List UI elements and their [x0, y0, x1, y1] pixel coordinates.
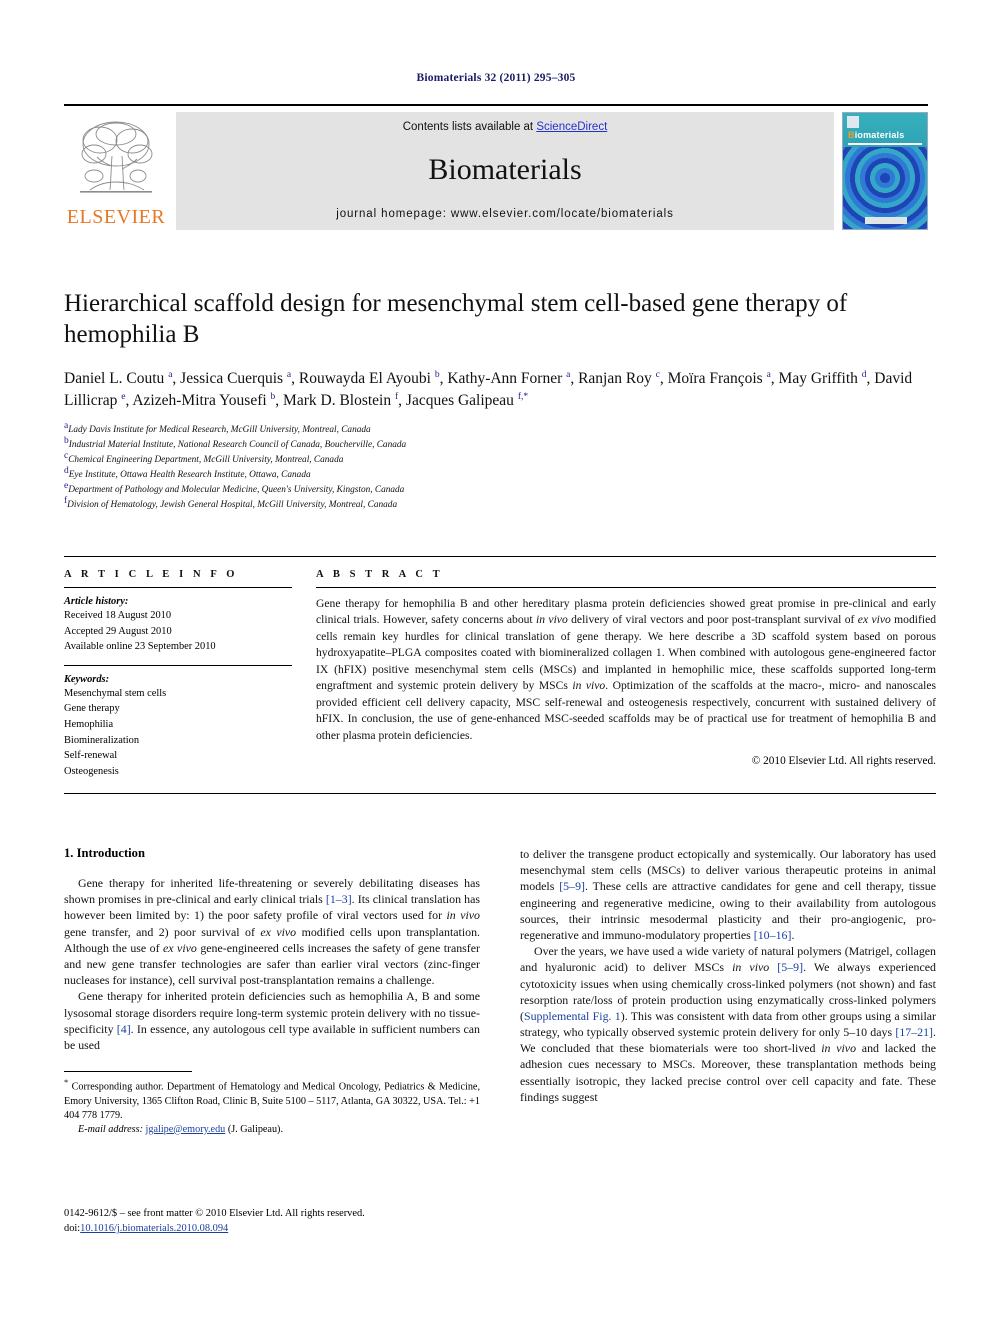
footnote-separator	[64, 1071, 192, 1073]
doi-label: doi:	[64, 1223, 81, 1235]
cover-footer-badge	[865, 217, 907, 224]
journal-title: Biomaterials	[428, 153, 582, 186]
affiliation-item: dEye Institute, Ottawa Health Research I…	[64, 466, 936, 483]
affiliation-text: Chemical Engineering Department, McGill …	[68, 455, 344, 466]
affiliation-item: fDivision of Hematology, Jewish General …	[64, 496, 936, 513]
history-received: Received 18 August 2010	[64, 610, 172, 621]
cover-title-rest: iomaterials	[854, 130, 905, 140]
band-bottom-rule	[64, 793, 936, 795]
doi-line: doi:10.1016/j.biomaterials.2010.08.094	[64, 1221, 365, 1236]
running-head: Biomaterials 32 (2011) 295–305	[416, 72, 576, 84]
abstract-copyright: © 2010 Elsevier Ltd. All rights reserved…	[751, 755, 936, 768]
keywords-label: Keywords:	[64, 673, 110, 685]
article-page: Biomaterials 32 (2011) 295–305 ELSEVIER …	[0, 0, 992, 1323]
keyword-item: Self-renewal	[64, 750, 118, 762]
title-author-block: Hierarchical scaffold design for mesench…	[64, 288, 936, 513]
affiliation-item: cChemical Engineering Department, McGill…	[64, 451, 936, 468]
keywords-block: Keywords: Mesenchymal stem cells Gene th…	[64, 664, 292, 780]
keyword-item: Hemophilia	[64, 719, 114, 731]
history-accepted: Accepted 29 August 2010	[64, 625, 172, 637]
intro-paragraph: to deliver the transgene product ectopic…	[520, 847, 936, 942]
body-left-column: 1. Introduction Gene therapy for inherit…	[64, 846, 480, 1137]
info-abstract-band: A R T I C L E I N F O Article history: R…	[64, 556, 936, 795]
affiliation-text: Division of Hematology, Jewish General H…	[67, 500, 398, 511]
affiliation-item: bIndustrial Material Institute, National…	[64, 436, 936, 453]
email-line: E-mail address: jgalipe@emory.edu (J. Ga…	[64, 1123, 480, 1137]
affiliation-item: eDepartment of Pathology and Molecular M…	[64, 481, 936, 498]
article-title: Hierarchical scaffold design for mesench…	[64, 290, 848, 348]
cover-elsevier-logo-icon	[847, 116, 859, 128]
article-history-label: Article history:	[64, 596, 129, 607]
email-suffix: (J. Galipeau).	[227, 1123, 283, 1135]
affiliation-text: Department of Pathology and Molecular Me…	[68, 485, 405, 496]
issn-front-matter: 0142-9612/$ – see front matter © 2010 El…	[64, 1208, 365, 1219]
abstract-column: A B S T R A C T Gene therapy for hemophi…	[316, 557, 936, 779]
affiliation-list: aLady Davis Institute for Medical Resear…	[64, 421, 936, 513]
abstract-rule	[316, 587, 936, 588]
sciencedirect-banner: Contents lists available at ScienceDirec…	[176, 112, 834, 230]
contents-prefix: Contents lists available at	[402, 121, 537, 133]
elsevier-logo: ELSEVIER	[64, 112, 168, 230]
journal-homepage[interactable]: journal homepage: www.elsevier.com/locat…	[176, 208, 834, 220]
article-info-rule	[64, 587, 292, 588]
abstract-heading: A B S T R A C T	[316, 569, 444, 580]
article-info-column: A R T I C L E I N F O Article history: R…	[64, 557, 292, 779]
keyword-item: Gene therapy	[64, 703, 120, 715]
keyword-item: Biomineralization	[64, 734, 140, 746]
keyword-item: Mesenchymal stem cells	[64, 687, 167, 699]
journal-masthead: ELSEVIER Contents lists available at Sci…	[64, 104, 928, 230]
doi-link[interactable]: 10.1016/j.biomaterials.2010.08.094	[80, 1223, 228, 1234]
intro-paragraph: Gene therapy for inherited life-threaten…	[64, 876, 480, 988]
body-right-column: to deliver the transgene product ectopic…	[520, 846, 936, 1137]
cover-title-underline	[848, 143, 922, 145]
corresponding-author-note: * Corresponding author. Department of He…	[64, 1077, 480, 1121]
keywords-rule	[64, 664, 292, 666]
abstract-text: Gene therapy for hemophilia B and other …	[316, 597, 937, 742]
email-label: E-mail address:	[78, 1123, 143, 1135]
affiliation-text: Industrial Material Institute, National …	[68, 439, 407, 450]
history-available-online: Available online 23 September 2010	[64, 641, 216, 653]
elsevier-wordmark: ELSEVIER	[66, 206, 166, 228]
keyword-item: Osteogenesis	[64, 765, 119, 777]
sciencedirect-link[interactable]: ScienceDirect	[536, 121, 607, 133]
elsevier-tree-icon	[80, 121, 153, 193]
affiliation-text: Lady Davis Institute for Medical Researc…	[68, 424, 371, 435]
intro-paragraph: Gene therapy for inherited protein defic…	[64, 989, 480, 1052]
introduction-heading: 1. Introduction	[64, 846, 145, 860]
author-list: Daniel L. Coutu a, Jessica Cuerquis a, R…	[64, 369, 913, 410]
article-body: 1. Introduction Gene therapy for inherit…	[64, 846, 936, 1137]
email-link[interactable]: jgalipe@emory.edu	[146, 1124, 226, 1135]
affiliation-item: aLady Davis Institute for Medical Resear…	[64, 421, 936, 438]
intro-paragraph: Over the years, we have used a wide vari…	[520, 944, 937, 1104]
affiliation-text: Eye Institute, Ottawa Health Research In…	[68, 470, 311, 481]
article-info-heading: A R T I C L E I N F O	[64, 569, 239, 580]
masthead-top-rule	[64, 104, 928, 106]
cover-journal-title: Biomaterials	[848, 130, 904, 140]
cover-title-initial: B	[848, 130, 855, 140]
journal-cover-thumbnail: Biomaterials	[842, 112, 928, 230]
imprint-block: 0142-9612/$ – see front matter © 2010 El…	[64, 1206, 365, 1236]
contents-line: Contents lists available at ScienceDirec…	[176, 121, 834, 133]
